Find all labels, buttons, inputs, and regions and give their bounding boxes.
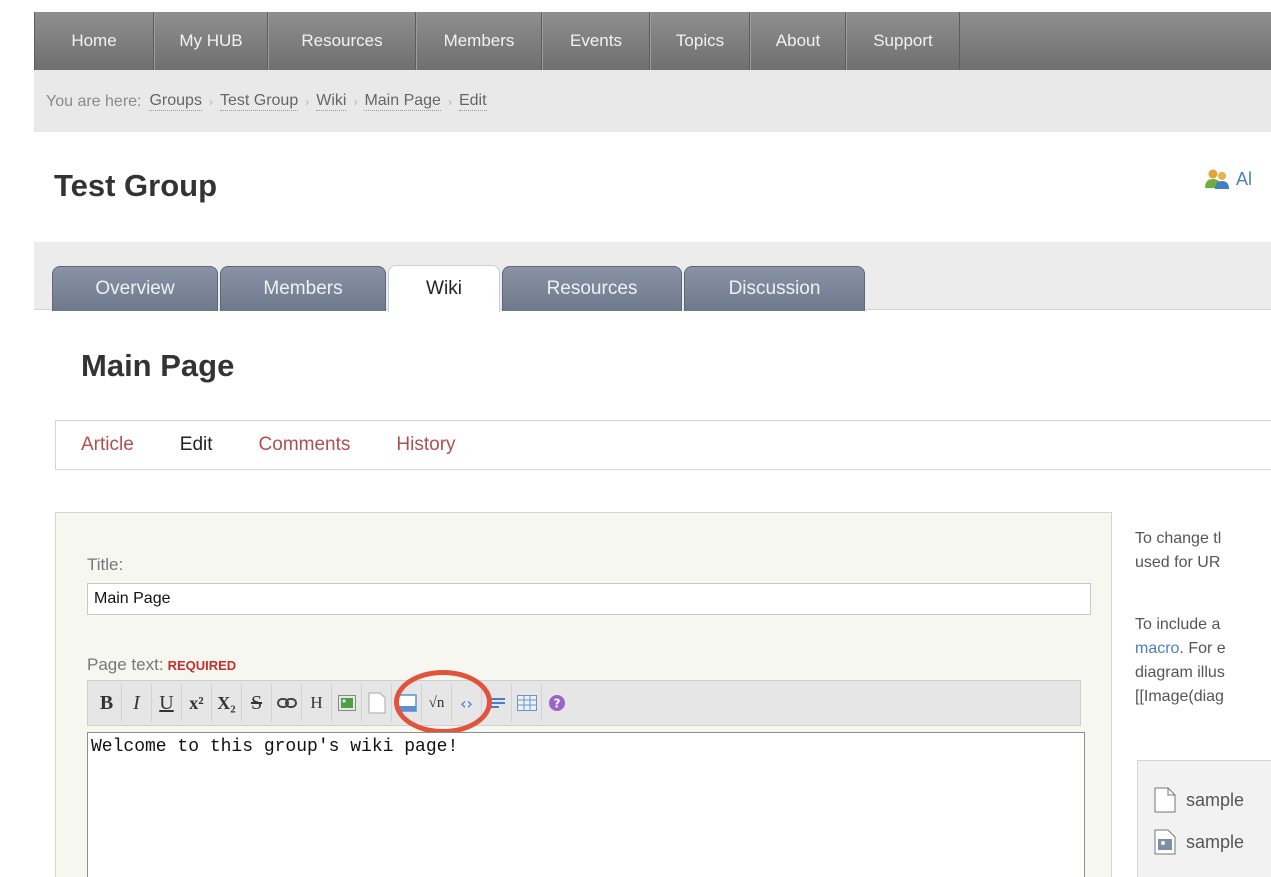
- help-text-line: macro. For e: [1135, 637, 1271, 661]
- italic-button[interactable]: I: [122, 684, 152, 722]
- breadcrumb-groups[interactable]: Groups: [149, 92, 202, 111]
- tab-wiki[interactable]: Wiki: [388, 265, 500, 312]
- subtab-comments[interactable]: Comments: [259, 434, 351, 456]
- link-icon: [276, 698, 297, 708]
- heading-button[interactable]: H: [302, 684, 332, 722]
- help-text-line: [[Image(diag: [1135, 688, 1224, 705]
- nav-topics[interactable]: Topics: [650, 12, 750, 70]
- help-icon: ?: [549, 695, 565, 711]
- page-text-label-text: Page text:: [87, 655, 164, 674]
- math-button[interactable]: √n: [422, 684, 452, 722]
- breadcrumb-separator: ›: [305, 94, 310, 109]
- help-text-line: diagram illus: [1135, 664, 1225, 681]
- strikethrough-button[interactable]: S: [242, 684, 272, 722]
- image-button[interactable]: [332, 684, 362, 722]
- required-badge: REQUIRED: [167, 658, 237, 673]
- square-root-icon: √n: [428, 694, 445, 711]
- subtab-edit[interactable]: Edit: [180, 434, 213, 456]
- nav-resources[interactable]: Resources: [268, 12, 416, 70]
- help-text-line: To change tl: [1135, 530, 1222, 547]
- help-text-line: used for UR: [1135, 554, 1221, 571]
- file-item[interactable]: sample: [1154, 829, 1271, 855]
- subscript-button[interactable]: X₂: [212, 684, 242, 722]
- breadcrumb-separator: ›: [208, 94, 213, 109]
- tab-resources[interactable]: Resources: [502, 266, 682, 311]
- nav-support[interactable]: Support: [846, 12, 960, 70]
- breadcrumb-separator: ›: [447, 94, 452, 109]
- code-icon: ‹›: [460, 693, 473, 713]
- nav-my-hub[interactable]: My HUB: [154, 12, 268, 70]
- file-icon: [1154, 787, 1176, 813]
- file-name: sample: [1186, 789, 1245, 810]
- breadcrumb-test-group[interactable]: Test Group: [219, 92, 299, 111]
- tab-overview[interactable]: Overview: [52, 266, 218, 311]
- nav-home[interactable]: Home: [34, 12, 154, 70]
- image-file-icon: [1154, 829, 1176, 855]
- nav-members[interactable]: Members: [416, 12, 542, 70]
- editor-toolbar: B I U x² X₂ S H √n ‹› ?: [87, 680, 1081, 726]
- subtab-article[interactable]: Article: [81, 434, 134, 456]
- file-button[interactable]: [362, 684, 392, 722]
- breadcrumb-edit[interactable]: Edit: [458, 92, 487, 111]
- breadcrumb-prefix: You are here:: [46, 92, 142, 110]
- svg-text:?: ?: [554, 697, 561, 711]
- nav-about[interactable]: About: [750, 12, 846, 70]
- link-button[interactable]: [272, 684, 302, 722]
- page-text-label: Page text: REQUIRED: [87, 655, 236, 675]
- page-text-editor[interactable]: Welcome to this group's wiki page!: [87, 732, 1085, 877]
- underline-button[interactable]: U: [152, 684, 182, 722]
- horizontal-rule-icon: [488, 698, 505, 708]
- code-button[interactable]: ‹›: [452, 684, 482, 722]
- file-item[interactable]: sample: [1154, 787, 1271, 813]
- top-navigation: Home My HUB Resources Members Events Top…: [34, 12, 1271, 70]
- help-text-line: To include a: [1135, 616, 1221, 633]
- wiki-subtabs: Article Edit Comments History: [55, 420, 1271, 470]
- help-button[interactable]: ?: [542, 684, 572, 722]
- macro-link[interactable]: macro: [1135, 640, 1179, 657]
- image-icon: [337, 695, 356, 711]
- tab-discussion[interactable]: Discussion: [684, 266, 865, 311]
- rule-button[interactable]: [482, 684, 512, 722]
- superscript-button[interactable]: x²: [182, 684, 212, 722]
- file-name: sample: [1186, 831, 1245, 852]
- nav-events[interactable]: Events: [542, 12, 650, 70]
- table-icon: [516, 695, 537, 711]
- breadcrumb-wiki[interactable]: Wiki: [316, 92, 347, 111]
- title-label: Title:: [87, 555, 124, 574]
- tab-members[interactable]: Members: [220, 266, 386, 311]
- help-text-fragment: . For e: [1179, 640, 1226, 657]
- group-title: Test Group: [54, 168, 218, 203]
- subtab-history[interactable]: History: [396, 434, 455, 456]
- group-side-link-label: Al: [1236, 168, 1253, 189]
- page-title: Main Page: [81, 348, 235, 383]
- breadcrumb-separator: ›: [353, 94, 358, 109]
- title-input[interactable]: [87, 583, 1091, 615]
- attached-files-list: [1137, 760, 1271, 877]
- people-icon: [1205, 169, 1229, 189]
- blank-file-icon: [368, 692, 385, 714]
- breadcrumb-main-page[interactable]: Main Page: [364, 92, 441, 111]
- media-button[interactable]: [392, 684, 422, 722]
- bold-button[interactable]: B: [92, 684, 122, 722]
- document-icon: [396, 694, 417, 712]
- group-side-link[interactable]: Al: [1204, 168, 1252, 190]
- table-button[interactable]: [512, 684, 542, 722]
- breadcrumb: You are here: Groups › Test Group › Wiki…: [46, 92, 487, 111]
